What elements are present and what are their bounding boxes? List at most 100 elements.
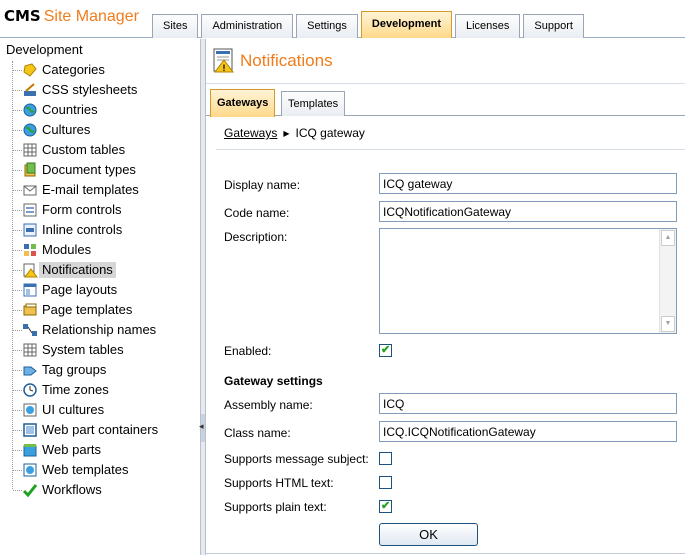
enabled-checkbox[interactable] [379,343,392,357]
supports-message-subject-checkbox[interactable] [379,452,392,465]
breadcrumb-current: ICQ gateway [295,126,365,140]
display-name-field[interactable] [379,173,677,194]
enabled-label: Enabled: [224,344,272,358]
tree-item-inline-controls[interactable]: Inline controls [22,221,125,239]
divider [206,553,685,554]
description-textarea[interactable]: ▲ ▼ [379,228,677,334]
tree-item-web-parts[interactable]: Web parts [22,441,104,459]
tree-item-label: Form controls [42,202,122,217]
tree-connector [13,430,22,431]
tree-item-label: Modules [42,242,92,257]
tab-gateways[interactable]: Gateways [210,89,276,117]
tree-item-time-zones[interactable]: Time zones [22,381,112,399]
tree-guide-line [12,61,13,489]
table-icon [23,143,37,157]
tree-item-relationship-names[interactable]: Relationship names [22,321,159,339]
divider [216,149,685,150]
tree-item-web-part-containers[interactable]: Web part containers [22,421,161,439]
cms-logo[interactable]: CMS Site Manager [4,7,139,26]
main-tabs: Sites Administration Settings Developmen… [152,11,587,38]
tree-item-document-types[interactable]: Document types [22,161,139,179]
scroll-down-icon[interactable]: ▼ [661,316,675,332]
tab-support[interactable]: Support [523,14,584,38]
tag-groups-icon [23,366,37,376]
tree-item-label: E-mail templates [42,182,139,197]
tree-connector [13,190,22,191]
tree-item-modules[interactable]: Modules [22,241,94,259]
tree-connector [13,470,22,471]
tab-settings[interactable]: Settings [296,14,358,38]
display-name-label: Display name: [224,178,301,192]
tree-connector [13,110,22,111]
tree-connector [13,330,22,331]
tree-connector [13,250,22,251]
supports-html-text-checkbox[interactable] [379,476,392,489]
code-name-field[interactable] [379,201,677,222]
supports-html-text-label: Supports HTML text: [224,476,334,490]
tree-connector [13,170,22,171]
content-pane: ! Notifications Gateways Templates Gatew… [206,39,685,555]
tree-item-tag-groups[interactable]: Tag groups [22,361,109,379]
supports-plain-text-checkbox[interactable] [379,499,392,513]
tree-connector [13,150,22,151]
tree-item-label: Web part containers [42,422,159,437]
page-title: Notifications [240,51,333,70]
tree-item-form-controls[interactable]: Form controls [22,201,124,219]
tree-item-page-templates[interactable]: Page templates [22,301,135,319]
tree-item-label: Page layouts [42,282,118,297]
tree-item-page-layouts[interactable]: Page layouts [22,281,120,299]
tree-item-custom-tables[interactable]: Custom tables [22,141,128,159]
breadcrumb: Gateways ▶ ICQ gateway [224,126,365,140]
tree-connector [13,130,22,131]
collapse-arrow-icon[interactable] [199,414,205,442]
page-layouts-icon [23,283,37,297]
tab-templates[interactable]: Templates [281,91,346,116]
tree-connector [13,270,22,271]
tree-item-countries[interactable]: Countries [22,101,101,119]
tree-item-label: UI cultures [42,402,105,417]
tree-item-e-mail-templates[interactable]: E-mail templates [22,181,142,199]
tree-item-label: Notifications [39,262,116,278]
ui-cultures-icon [23,403,37,417]
tree-item-label: Countries [42,102,98,117]
tree-item-web-templates[interactable]: Web templates [22,461,131,479]
header: CMS Site Manager Sites Administration Set… [0,0,685,38]
tree-connector [13,310,22,311]
tree-item-workflows[interactable]: Workflows [22,481,105,499]
tree-item-css-stylesheets[interactable]: CSS stylesheets [22,81,140,99]
tab-sites[interactable]: Sites [152,14,199,38]
tree-connector [13,350,22,351]
tree-item-cultures[interactable]: Cultures [22,121,93,139]
tree-connector [13,490,22,491]
form-controls-icon [23,203,37,217]
logo-site-manager-text: Site Manager [43,8,139,25]
tree-connector [13,210,22,211]
tree-item-categories[interactable]: Categories [22,61,108,79]
tree-item-label: Web templates [42,462,129,477]
tree-item-ui-cultures[interactable]: UI cultures [22,401,107,419]
scroll-up-icon[interactable]: ▲ [661,230,675,246]
description-label: Description: [224,230,288,244]
tab-development[interactable]: Development [360,11,452,38]
code-name-label: Code name: [224,206,290,220]
web-parts-icon [23,444,37,457]
web-part-containers-icon [23,423,37,437]
breadcrumb-gateways-link[interactable]: Gateways [224,126,277,140]
sub-tabs: Gateways Templates [206,84,685,117]
relationship-icon [23,324,37,336]
tree-item-system-tables[interactable]: System tables [22,341,127,359]
tab-administration[interactable]: Administration [201,14,294,38]
tab-licenses[interactable]: Licenses [455,14,521,38]
tree-root-development[interactable]: Development [6,42,83,57]
globe-icon [23,123,37,137]
class-name-field[interactable] [379,421,677,442]
workflows-icon [22,484,38,498]
tree-item-label: Custom tables [42,142,126,157]
inline-controls-icon [23,223,37,237]
tree-item-notifications[interactable]: Notifications [22,261,116,279]
description-scrollbar[interactable]: ▲ ▼ [659,229,676,333]
notifications-icon [23,263,38,278]
assembly-name-field[interactable] [379,393,677,414]
supports-message-subject-label: Supports message subject: [224,452,369,466]
ok-button[interactable]: OK [379,523,478,546]
